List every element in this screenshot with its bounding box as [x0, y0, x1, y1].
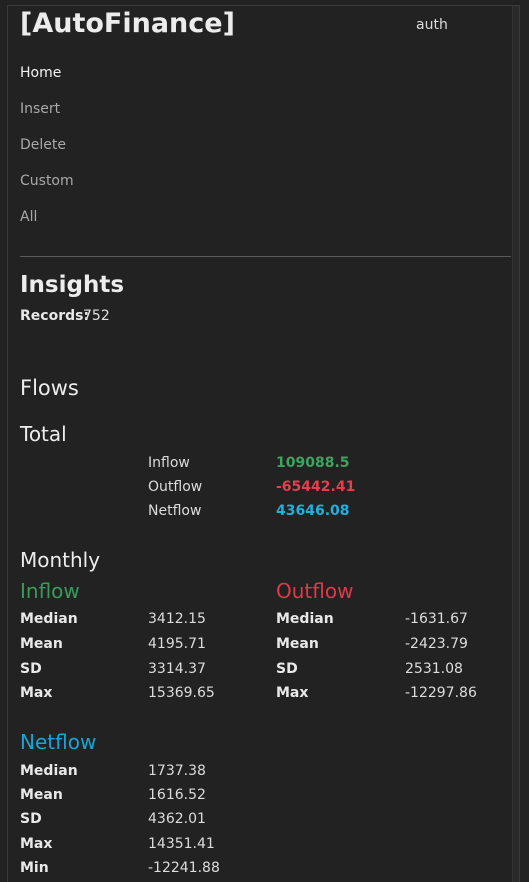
inflow-median-label: Median [20, 611, 78, 627]
netflow-min-label: Min [20, 860, 49, 876]
total-outflow-label: Outflow [148, 479, 203, 495]
section-divider [20, 256, 511, 257]
flows-title: Flows [20, 376, 79, 400]
outflow-median-label: Median [276, 611, 334, 627]
records-label: Records: [20, 308, 90, 324]
total-outflow-value: -65442.41 [276, 479, 356, 495]
main-nav: Home Insert Delete Custom All [20, 64, 74, 244]
inflow-sd-label: SD [20, 661, 42, 677]
monthly-title: Monthly [20, 548, 101, 572]
total-netflow-label: Netflow [148, 503, 202, 519]
netflow-median-value: 1737.38 [148, 763, 206, 779]
nav-item-custom[interactable]: Custom [20, 172, 74, 208]
netflow-max-value: 14351.41 [148, 836, 215, 852]
total-inflow-value: 109088.5 [276, 455, 350, 471]
inflow-median-value: 3412.15 [148, 611, 206, 627]
netflow-max-label: Max [20, 836, 53, 852]
insights-title: Insights [20, 272, 125, 298]
nav-item-home[interactable]: Home [20, 64, 74, 100]
monthly-netflow-title: Netflow [20, 730, 97, 754]
netflow-min-value: -12241.88 [148, 860, 220, 876]
monthly-outflow-title: Outflow [276, 579, 354, 603]
netflow-mean-value: 1616.52 [148, 787, 206, 803]
monthly-inflow-title: Inflow [20, 579, 80, 603]
total-title: Total [20, 422, 67, 446]
inflow-mean-value: 4195.71 [148, 636, 206, 652]
outflow-max-value: -12297.86 [405, 685, 477, 701]
total-inflow-label: Inflow [148, 455, 190, 471]
nav-item-all[interactable]: All [20, 208, 74, 244]
inflow-max-label: Max [20, 685, 53, 701]
netflow-mean-label: Mean [20, 787, 63, 803]
nav-item-insert[interactable]: Insert [20, 100, 74, 136]
records-value: 752 [83, 308, 110, 324]
inflow-sd-value: 3314.37 [148, 661, 206, 677]
inflow-mean-label: Mean [20, 636, 63, 652]
outflow-median-value: -1631.67 [405, 611, 468, 627]
outflow-sd-value: 2531.08 [405, 661, 463, 677]
netflow-median-label: Median [20, 763, 78, 779]
total-netflow-value: 43646.08 [276, 503, 350, 519]
netflow-sd-value: 4362.01 [148, 811, 206, 827]
outflow-max-label: Max [276, 685, 309, 701]
nav-item-delete[interactable]: Delete [20, 136, 74, 172]
outflow-mean-label: Mean [276, 636, 319, 652]
app-brand[interactable]: [AutoFinance] [20, 5, 235, 43]
outflow-mean-value: -2423.79 [405, 636, 468, 652]
inflow-max-value: 15369.65 [148, 685, 215, 701]
netflow-sd-label: SD [20, 811, 42, 827]
outflow-sd-label: SD [276, 661, 298, 677]
auth-link[interactable]: auth [416, 16, 448, 34]
